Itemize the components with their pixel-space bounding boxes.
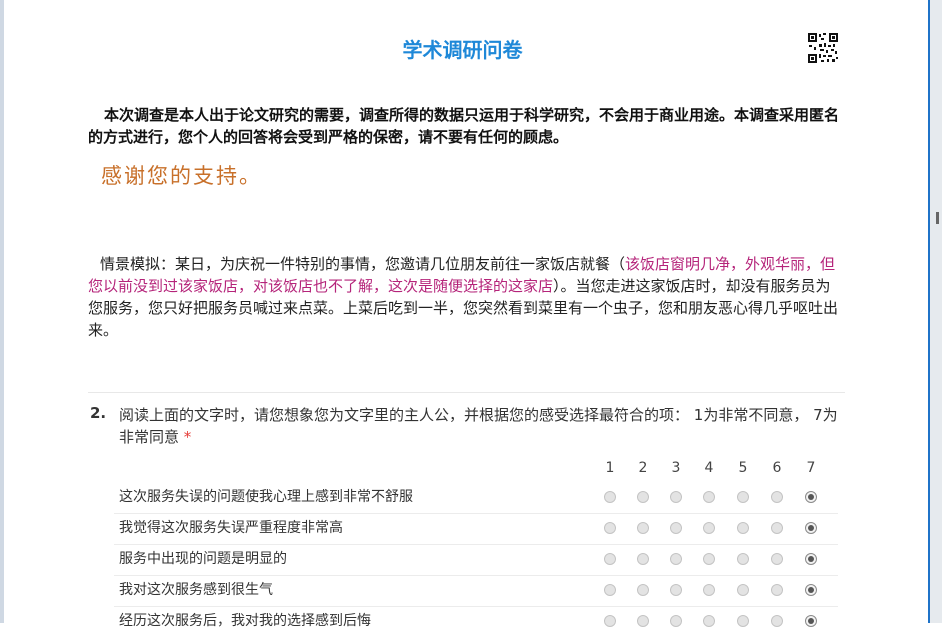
radio-option-5[interactable] <box>737 584 749 596</box>
radio-option-7[interactable] <box>805 584 817 596</box>
intro-paragraph: 本次调查是本人出于论文研究的需要，调查所得的数据只运用于科学研究，不会用于商业用… <box>88 106 840 146</box>
radio-option-6[interactable] <box>771 553 783 565</box>
radio-option-2[interactable] <box>637 584 649 596</box>
scenario-text: 情景模拟：某日，为庆祝一件特别的事情，您邀请几位朋友前往一家饭店就餐（ <box>100 255 626 273</box>
radio-option-1[interactable] <box>604 553 616 565</box>
scale-header: 7 <box>806 460 816 476</box>
radio-option-3[interactable] <box>670 491 682 503</box>
radio-option-6[interactable] <box>771 615 783 627</box>
question-text: 阅读上面的文字时，请您想象您为文字里的主人公，并根据您的感受选择最符合的项： 1… <box>119 404 839 448</box>
radio-option-2[interactable] <box>637 553 649 565</box>
scale-header: 4 <box>704 460 714 476</box>
radio-option-5[interactable] <box>737 491 749 503</box>
required-mark: * <box>183 428 192 446</box>
radio-option-7[interactable] <box>805 615 817 627</box>
radio-option-3[interactable] <box>670 584 682 596</box>
row-divider <box>114 513 838 514</box>
radio-option-3[interactable] <box>670 615 682 627</box>
question-prompt: 阅读上面的文字时，请您想象您为文字里的主人公，并根据您的感受选择最符合的项： 1… <box>119 406 838 446</box>
survey-title: 学术调研问卷 <box>402 38 523 62</box>
radio-option-5[interactable] <box>737 522 749 534</box>
qr-code-icon[interactable] <box>807 32 839 64</box>
radio-option-4[interactable] <box>703 584 715 596</box>
question-number: 2. <box>90 404 107 422</box>
radio-option-6[interactable] <box>771 522 783 534</box>
radio-option-4[interactable] <box>703 491 715 503</box>
radio-option-3[interactable] <box>670 522 682 534</box>
radio-option-4[interactable] <box>703 522 715 534</box>
scale-header: 5 <box>738 460 748 476</box>
scenario-paragraph: 情景模拟：某日，为庆祝一件特别的事情，您邀请几位朋友前往一家饭店就餐（该饭店窗明… <box>88 253 840 341</box>
matrix-row-label: 经历这次服务后，我对我的选择感到后悔 <box>119 613 371 629</box>
radio-option-7[interactable] <box>805 522 817 534</box>
radio-option-2[interactable] <box>637 491 649 503</box>
radio-option-2[interactable] <box>637 522 649 534</box>
row-divider <box>114 606 838 607</box>
radio-option-3[interactable] <box>670 553 682 565</box>
radio-option-1[interactable] <box>604 615 616 627</box>
matrix-row-label: 服务中出现的问题是明显的 <box>119 551 287 567</box>
radio-option-6[interactable] <box>771 584 783 596</box>
radio-option-1[interactable] <box>604 491 616 503</box>
radio-option-2[interactable] <box>637 615 649 627</box>
radio-option-4[interactable] <box>703 553 715 565</box>
radio-option-1[interactable] <box>604 522 616 534</box>
matrix-row-label: 我对这次服务感到很生气 <box>119 582 273 598</box>
row-divider <box>114 575 838 576</box>
matrix-row-label: 我觉得这次服务失误严重程度非常高 <box>119 520 343 536</box>
radio-option-5[interactable] <box>737 615 749 627</box>
radio-option-7[interactable] <box>805 491 817 503</box>
radio-option-1[interactable] <box>604 584 616 596</box>
scale-header: 2 <box>638 460 648 476</box>
radio-option-4[interactable] <box>703 615 715 627</box>
scale-header: 3 <box>671 460 681 476</box>
scrollbar[interactable] <box>928 0 942 623</box>
row-divider <box>114 544 838 545</box>
radio-option-5[interactable] <box>737 553 749 565</box>
radio-option-6[interactable] <box>771 491 783 503</box>
scale-header: 1 <box>605 460 615 476</box>
radio-option-7[interactable] <box>805 553 817 565</box>
thanks-text: 感谢您的支持。 <box>101 164 262 188</box>
left-border <box>0 0 4 623</box>
scale-header: 6 <box>772 460 782 476</box>
section-divider <box>88 392 845 393</box>
matrix-row-label: 这次服务失误的问题使我心理上感到非常不舒服 <box>119 489 413 505</box>
